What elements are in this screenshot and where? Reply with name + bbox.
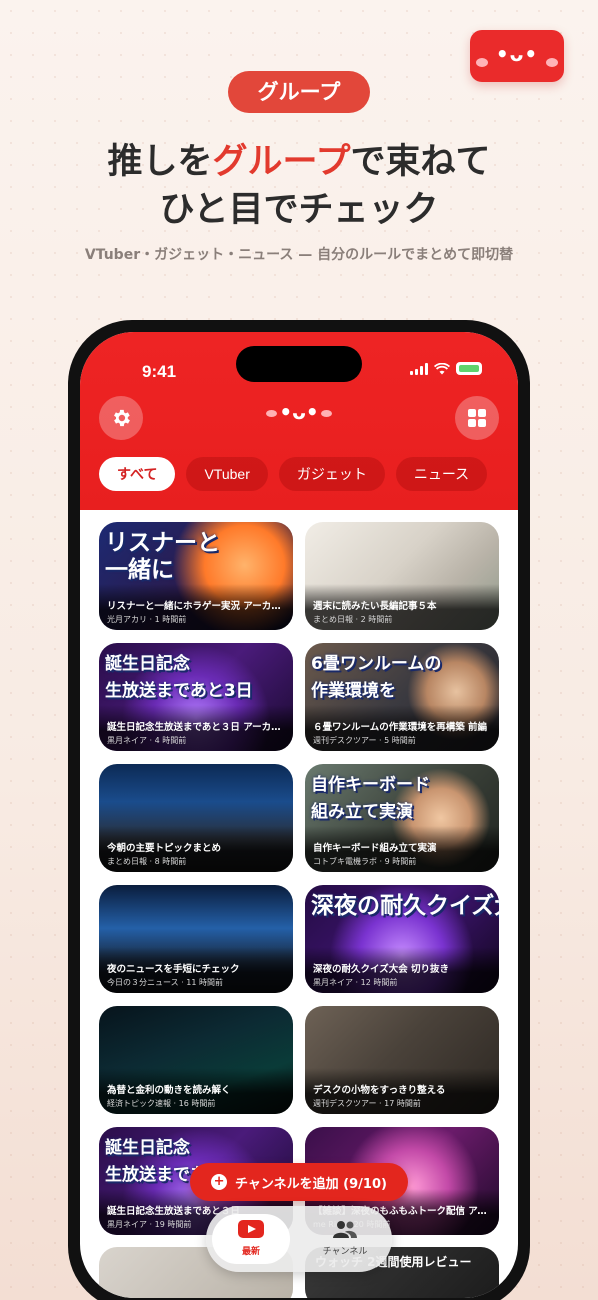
video-meta: 今日の３分ニュース · 11 時間前 — [107, 978, 223, 987]
feature-tag: グループ — [228, 71, 370, 113]
video-card[interactable]: リスナーと 一緒にリスナーと一緒にホラゲー実況 アーカイブ 光月アカリ · 1 時… — [99, 522, 293, 630]
video-card[interactable]: 夜のニュースを手短にチェック 今日の３分ニュース · 11 時間前 — [99, 885, 293, 993]
bottom-nav: 最新 チャンネル — [206, 1206, 392, 1272]
video-meta: まとめ日報 · 2 時間前 — [313, 615, 393, 624]
video-title: リスナーと一緒にホラゲー実況 アーカイブ — [107, 601, 285, 612]
video-meta: コトブキ電機ラボ · 9 時間前 — [313, 857, 417, 866]
battery-icon — [456, 362, 482, 375]
headline-accent: グループ — [212, 142, 351, 182]
signal-icon — [410, 362, 428, 375]
video-title: 自作キーボード組み立て実演 — [313, 843, 437, 854]
video-card[interactable]: デスクの小物をすっきり整える 週刊デスクツアー · 17 時間前 — [305, 1006, 499, 1114]
brand-logo: •ᴗ• — [470, 30, 564, 82]
video-title: 為替と金利の動きを読み解く — [107, 1085, 231, 1096]
nav-channels-label: チャンネル — [322, 1247, 368, 1257]
phone-frame: 9:41 •ᴗ• すべて VTuber ガジェット ニュース リスナーと 一緒に… — [68, 320, 530, 1300]
thumbnail-caption: 6畳ワンルームの 作業環境を — [311, 654, 442, 701]
video-title: デスクの小物をすっきり整える — [313, 1085, 446, 1096]
plus-icon: + — [211, 1174, 228, 1190]
video-title: 夜のニュースを手短にチェック — [107, 964, 240, 975]
add-channel-label: チャンネルを追加 (9/10) — [235, 1176, 387, 1192]
tab-all[interactable]: すべて — [99, 457, 176, 491]
tab-gadget[interactable]: ガジェット — [278, 457, 385, 491]
video-meta: 週刊デスクツアー · 5 時間前 — [313, 736, 416, 745]
video-title: 週末に読みたい長編記事５本 — [313, 601, 437, 612]
grid-icon — [468, 409, 486, 427]
video-card[interactable]: 今朝の主要トピックまとめ まとめ日報 · 8 時間前 — [99, 764, 293, 872]
video-title: 深夜の耐久クイズ大会 切り抜き — [313, 964, 450, 975]
people-icon — [333, 1221, 357, 1238]
video-card[interactable]: 為替と金利の動きを読み解く 経済トピック速報 · 16 時間前 — [99, 1006, 293, 1114]
dynamic-island — [236, 346, 362, 382]
app-header: 9:41 •ᴗ• すべて VTuber ガジェット ニュース — [80, 332, 518, 510]
play-icon — [238, 1220, 264, 1238]
thumbnail-caption: リスナーと 一緒に — [105, 530, 220, 583]
group-tabs: すべて VTuber ガジェット ニュース — [99, 457, 488, 491]
logo-face: •ᴗ• — [495, 42, 539, 66]
nav-latest[interactable]: 最新 — [212, 1214, 290, 1264]
video-meta: 黒月ネイア · 12 時間前 — [313, 978, 398, 987]
video-meta: 週刊デスクツアー · 17 時間前 — [313, 1099, 421, 1108]
subline: VTuber・ガジェット・ニュース — 自分のルールでまとめて即切替 — [84, 247, 514, 263]
thumbnail-caption: 誕生日記念 生放送まであと3日 — [105, 654, 253, 701]
headline: 推しをグループで束ねて ひと目でチェック — [0, 138, 598, 234]
video-card[interactable]: 深夜の耐久クイズ大会深夜の耐久クイズ大会 切り抜き黒月ネイア · 12 時間前 — [305, 885, 499, 993]
video-meta: まとめ日報 · 8 時間前 — [107, 857, 187, 866]
app-logo: •ᴗ• — [80, 400, 518, 424]
app-logo-face: •ᴗ• — [279, 400, 319, 424]
add-channel-button[interactable]: + チャンネルを追加 (9/10) — [190, 1163, 408, 1201]
tab-vtuber[interactable]: VTuber — [186, 457, 268, 491]
headline-pre: 推しを — [107, 142, 213, 182]
video-title: 誕生日記念生放送まであと３日 アーカイブ — [107, 722, 285, 733]
video-meta: 経済トピック速報 · 16 時間前 — [107, 1099, 216, 1108]
thumbnail-caption: 深夜の耐久クイズ大会 — [311, 893, 499, 919]
status-time: 9:41 — [142, 362, 177, 381]
status-icons — [410, 362, 482, 375]
headline-line2: ひと目でチェック — [159, 190, 439, 230]
headline-post: で束ねて — [350, 142, 491, 182]
video-card[interactable]: 自作キーボード 組み立て実演自作キーボード組み立て実演 コトブキ電機ラボ · 9 … — [305, 764, 499, 872]
nav-channels[interactable]: チャンネル — [306, 1214, 384, 1264]
wifi-icon — [434, 362, 450, 374]
tab-news[interactable]: ニュース — [395, 457, 488, 491]
video-card[interactable]: 週末に読みたい長編記事５本 まとめ日報 · 2 時間前 — [305, 522, 499, 630]
headline-line1: 推しをグループで束ねて — [0, 138, 598, 186]
video-meta: 黒月ネイア · 4 時間前 — [107, 736, 187, 745]
video-card[interactable]: 6畳ワンルームの 作業環境を ６畳ワンルームの作業環境を再構築 前編 週刊デスクツア… — [305, 643, 499, 751]
phone-screen: 9:41 •ᴗ• すべて VTuber ガジェット ニュース リスナーと 一緒に… — [80, 332, 518, 1298]
video-card[interactable]: 誕生日記念 生放送まであと3日誕生日記念生放送まであと３日 アーカイブ 黒月ネイア… — [99, 643, 293, 751]
video-title: 今朝の主要トピックまとめ — [107, 843, 222, 854]
thumbnail-caption: 自作キーボード 組み立て実演 — [311, 775, 430, 822]
video-title: ６畳ワンルームの作業環境を再構築 前編 — [313, 722, 488, 733]
nav-latest-label: 最新 — [241, 1247, 260, 1257]
grid-view-button[interactable] — [455, 396, 499, 440]
video-meta: 光月アカリ · 1 時間前 — [107, 615, 187, 624]
